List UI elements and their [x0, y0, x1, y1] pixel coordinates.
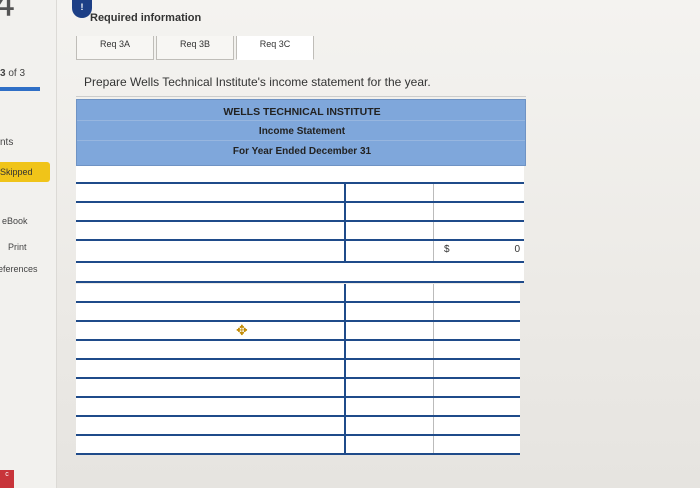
table-row	[76, 398, 520, 417]
company-name: WELLS TECHNICAL INSTITUTE	[223, 106, 381, 118]
table-row	[76, 436, 520, 455]
screen: 4 3 of 3 nts Skipped eBook Print eferenc…	[0, 0, 700, 488]
table-row	[76, 166, 524, 184]
amount-input[interactable]	[346, 341, 434, 358]
statement-header: WELLS TECHNICAL INSTITUTE Income Stateme…	[76, 99, 526, 166]
header-divider	[77, 140, 525, 141]
part-progress-bar	[0, 87, 40, 91]
tab-req-3b[interactable]: Req 3B	[156, 36, 234, 60]
amount-input[interactable]	[346, 398, 434, 415]
amount-input[interactable]	[346, 417, 434, 434]
total-input[interactable]	[434, 360, 518, 377]
account-input[interactable]	[78, 203, 346, 220]
account-input[interactable]	[78, 303, 346, 320]
table-row	[76, 203, 524, 222]
statement-period: For Year Ended December 31	[232, 146, 372, 157]
amount-input[interactable]	[346, 379, 434, 396]
total-input[interactable]	[434, 303, 518, 320]
heading-input[interactable]	[78, 166, 522, 182]
amount-input[interactable]	[346, 284, 434, 301]
dollar-sign: $	[444, 244, 450, 255]
total-input[interactable]	[434, 203, 522, 220]
instruction-text: Prepare Wells Technical Institute's inco…	[84, 75, 431, 89]
points-label: nts	[0, 137, 14, 148]
table-row	[76, 303, 520, 322]
part-indicator: 3 of 3	[0, 68, 25, 79]
account-input[interactable]	[78, 284, 346, 301]
requirement-tabs: Req 3A Req 3B Req 3C	[76, 36, 316, 62]
bottom-badge: c	[0, 470, 14, 488]
total-input[interactable]	[434, 436, 518, 453]
part-total: of 3	[8, 68, 26, 79]
question-sidebar: 4 3 of 3 nts Skipped eBook Print eferenc…	[0, 0, 57, 488]
total-input[interactable]	[434, 398, 518, 415]
table-row	[76, 379, 520, 398]
part-current: 3	[0, 68, 6, 79]
references-link[interactable]: eferences	[0, 264, 38, 274]
amount-input[interactable]	[346, 436, 434, 453]
amount-input[interactable]	[346, 184, 434, 201]
income-statement-grid-upper: $ 0	[76, 166, 524, 283]
table-row	[76, 417, 520, 436]
table-row	[76, 360, 520, 379]
account-input[interactable]	[78, 341, 346, 358]
account-input[interactable]	[78, 436, 346, 453]
heading-input[interactable]	[78, 263, 522, 281]
account-input[interactable]	[78, 417, 346, 434]
amount-input[interactable]	[346, 203, 434, 220]
account-input[interactable]	[78, 379, 346, 396]
total-input[interactable]	[434, 379, 518, 396]
amount-input[interactable]	[346, 360, 434, 377]
print-link[interactable]: Print	[8, 242, 27, 252]
divider	[76, 96, 526, 97]
table-row	[76, 184, 524, 203]
total-input[interactable]	[434, 222, 522, 239]
table-row	[76, 322, 520, 341]
tab-req-3c[interactable]: Req 3C	[236, 36, 314, 60]
total-input[interactable]	[434, 341, 518, 358]
total-input[interactable]	[434, 322, 518, 339]
info-icon: !	[72, 0, 92, 18]
table-row	[76, 341, 520, 360]
total-input[interactable]	[434, 284, 518, 301]
total-value: 0	[514, 244, 520, 255]
total-input[interactable]	[434, 417, 518, 434]
account-input[interactable]	[78, 322, 346, 339]
amount-input[interactable]	[346, 222, 434, 239]
table-row	[76, 284, 520, 303]
total-input[interactable]	[434, 184, 522, 201]
skipped-badge: Skipped	[0, 162, 50, 182]
account-input[interactable]	[78, 398, 346, 415]
total-label-input[interactable]	[78, 241, 346, 261]
question-number: 4	[0, 0, 16, 25]
account-input[interactable]	[78, 184, 346, 201]
account-input[interactable]	[78, 222, 346, 239]
income-statement-grid-lower	[76, 284, 520, 455]
required-info-label: Required information	[90, 12, 202, 24]
ebook-link[interactable]: eBook	[2, 216, 28, 226]
table-row	[76, 263, 524, 283]
move-cursor-icon: ✥	[236, 323, 248, 339]
header-divider	[77, 120, 525, 121]
table-row	[76, 222, 524, 241]
total-row: $ 0	[76, 241, 524, 263]
amount-input[interactable]	[346, 241, 434, 261]
tab-req-3a[interactable]: Req 3A	[76, 36, 154, 60]
account-input[interactable]	[78, 360, 346, 377]
amount-input[interactable]	[346, 322, 434, 339]
amount-input[interactable]	[346, 303, 434, 320]
statement-title: Income Statement	[258, 126, 346, 137]
